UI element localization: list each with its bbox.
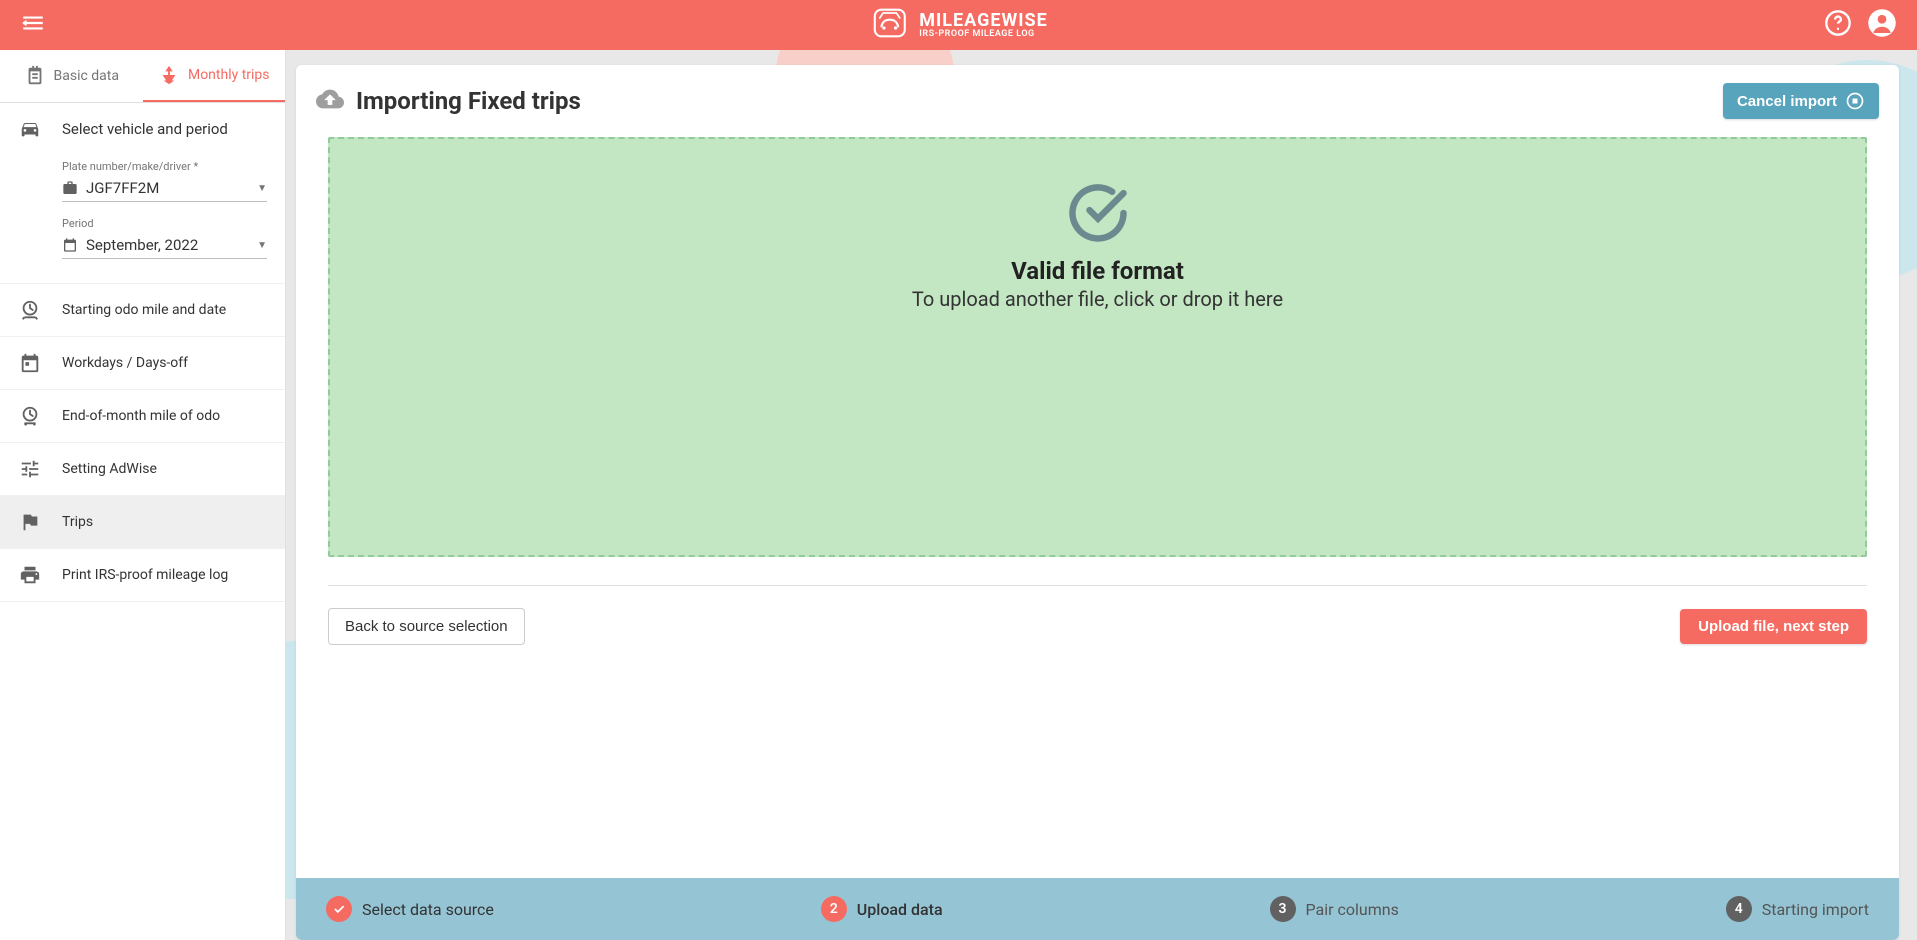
chevron-down-icon: ▼ <box>257 240 267 251</box>
step-number: 2 <box>821 896 847 922</box>
step-2: 2 Upload data <box>821 896 943 922</box>
check-icon <box>326 896 352 922</box>
step-label: Upload data <box>857 900 943 919</box>
tab-label: Basic data <box>54 68 119 84</box>
step-number: 4 <box>1726 896 1752 922</box>
brand-logo[interactable]: MILEAGEWISE IRS-PROOF MILEAGE LOG <box>869 3 1047 47</box>
step-label: Starting import <box>1762 900 1869 919</box>
nav-adwise[interactable]: Setting AdWise <box>0 443 285 496</box>
step-label: Select data source <box>362 900 494 919</box>
brand-tagline: IRS-PROOF MILEAGE LOG <box>919 30 1047 39</box>
brand-name: MILEAGEWISE <box>919 12 1047 30</box>
plate-select[interactable]: JGF7FF2M ▼ <box>62 175 267 202</box>
nav-label: Trips <box>62 514 93 530</box>
nav-label: End-of-month mile of odo <box>62 408 220 424</box>
tab-basic-data[interactable]: Basic data <box>0 50 143 102</box>
step-4: 4 Starting import <box>1726 896 1869 922</box>
nav-label: Print IRS-proof mileage log <box>62 567 228 583</box>
stop-icon <box>1845 91 1865 111</box>
button-label: Cancel import <box>1737 93 1837 110</box>
nav-print[interactable]: Print IRS-proof mileage log <box>0 549 285 602</box>
dropzone-subtitle: To upload another file, click or drop it… <box>912 287 1283 311</box>
tab-label: Monthly trips <box>188 67 270 83</box>
tab-monthly-trips[interactable]: Monthly trips <box>143 50 286 102</box>
print-icon <box>18 564 42 586</box>
panel-title: Importing Fixed trips <box>356 87 581 115</box>
app-header: MILEAGEWISE IRS-PROOF MILEAGE LOG <box>0 0 1917 50</box>
import-stepper: Select data source 2 Upload data 3 Pair … <box>296 878 1899 940</box>
menu-collapse-icon[interactable] <box>20 10 46 40</box>
check-circle-icon <box>1064 179 1132 251</box>
nav-label: Starting odo mile and date <box>62 302 226 318</box>
next-step-button[interactable]: Upload file, next step <box>1680 609 1867 644</box>
step-label: Pair columns <box>1306 900 1399 919</box>
cancel-import-button[interactable]: Cancel import <box>1723 83 1879 119</box>
dropzone-title: Valid file format <box>1011 257 1184 285</box>
account-icon[interactable] <box>1867 8 1897 42</box>
step-3: 3 Pair columns <box>1270 896 1399 922</box>
calendar-icon <box>62 237 78 253</box>
briefcase-icon <box>62 180 78 196</box>
divider <box>328 585 1867 586</box>
period-value: September, 2022 <box>86 236 249 254</box>
nav-starting-odo[interactable]: Starting odo mile and date <box>0 283 285 337</box>
car-logo-icon <box>869 3 909 47</box>
sidebar-tabs: Basic data Monthly trips <box>0 50 285 103</box>
nav-label: Workdays / Days-off <box>62 355 188 371</box>
plate-label: Plate number/make/driver * <box>62 160 267 173</box>
back-button[interactable]: Back to source selection <box>328 608 525 645</box>
file-dropzone[interactable]: Valid file format To upload another file… <box>328 137 1867 557</box>
sidebar-section-vehicle: Select vehicle and period <box>0 103 285 155</box>
odometer-icon <box>18 299 42 321</box>
step-number: 3 <box>1270 896 1296 922</box>
import-panel: Importing Fixed trips Cancel import Vali… <box>296 65 1899 940</box>
nav-end-odo[interactable]: End-of-month mile of odo <box>0 390 285 443</box>
period-select[interactable]: September, 2022 ▼ <box>62 232 267 259</box>
odometer-end-icon <box>18 405 42 427</box>
plate-value: JGF7FF2M <box>86 179 249 197</box>
cloud-upload-icon <box>316 85 344 117</box>
nav-workdays[interactable]: Workdays / Days-off <box>0 337 285 390</box>
section-title: Select vehicle and period <box>62 120 228 138</box>
step-1: Select data source <box>326 896 494 922</box>
sidebar: Basic data Monthly trips Select vehicle … <box>0 50 286 940</box>
flag-icon <box>18 511 42 533</box>
period-label: Period <box>62 217 267 230</box>
tune-icon <box>18 458 42 480</box>
chevron-down-icon: ▼ <box>257 183 267 194</box>
calendar-days-icon <box>18 352 42 374</box>
nav-label: Setting AdWise <box>62 461 157 477</box>
help-icon[interactable] <box>1824 9 1852 41</box>
car-icon <box>18 118 42 140</box>
main-content: Importing Fixed trips Cancel import Vali… <box>286 50 1917 940</box>
nav-trips[interactable]: Trips <box>0 496 285 549</box>
